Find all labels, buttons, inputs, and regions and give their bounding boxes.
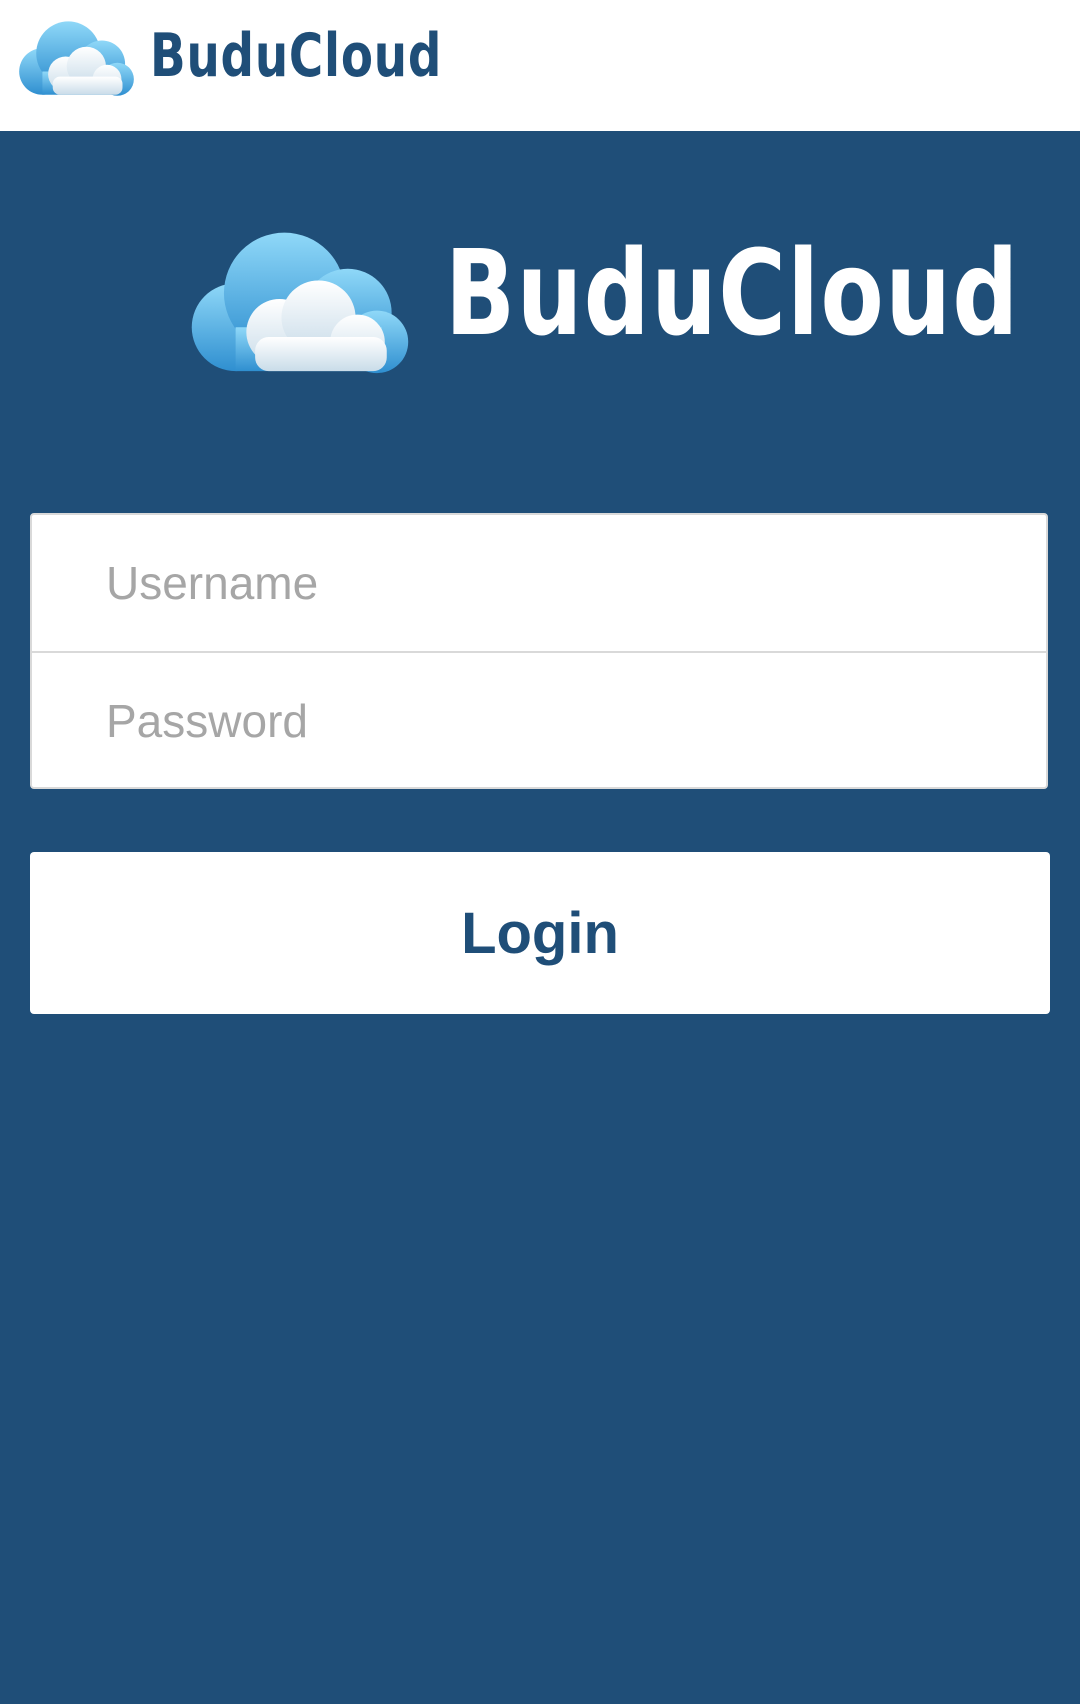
login-screen: BuduCloud Login [0, 131, 1080, 1704]
header-brand-name: BuduCloud [150, 21, 443, 91]
cloud-icon [19, 21, 134, 96]
login-button[interactable]: Login [30, 852, 1050, 1014]
app-header: BuduCloud [0, 0, 1080, 131]
username-input[interactable] [32, 515, 1046, 651]
login-form [30, 513, 1048, 789]
hero-brand-name: BuduCloud [445, 224, 1020, 362]
cloud-icon [191, 232, 409, 374]
password-input[interactable] [32, 653, 1046, 789]
